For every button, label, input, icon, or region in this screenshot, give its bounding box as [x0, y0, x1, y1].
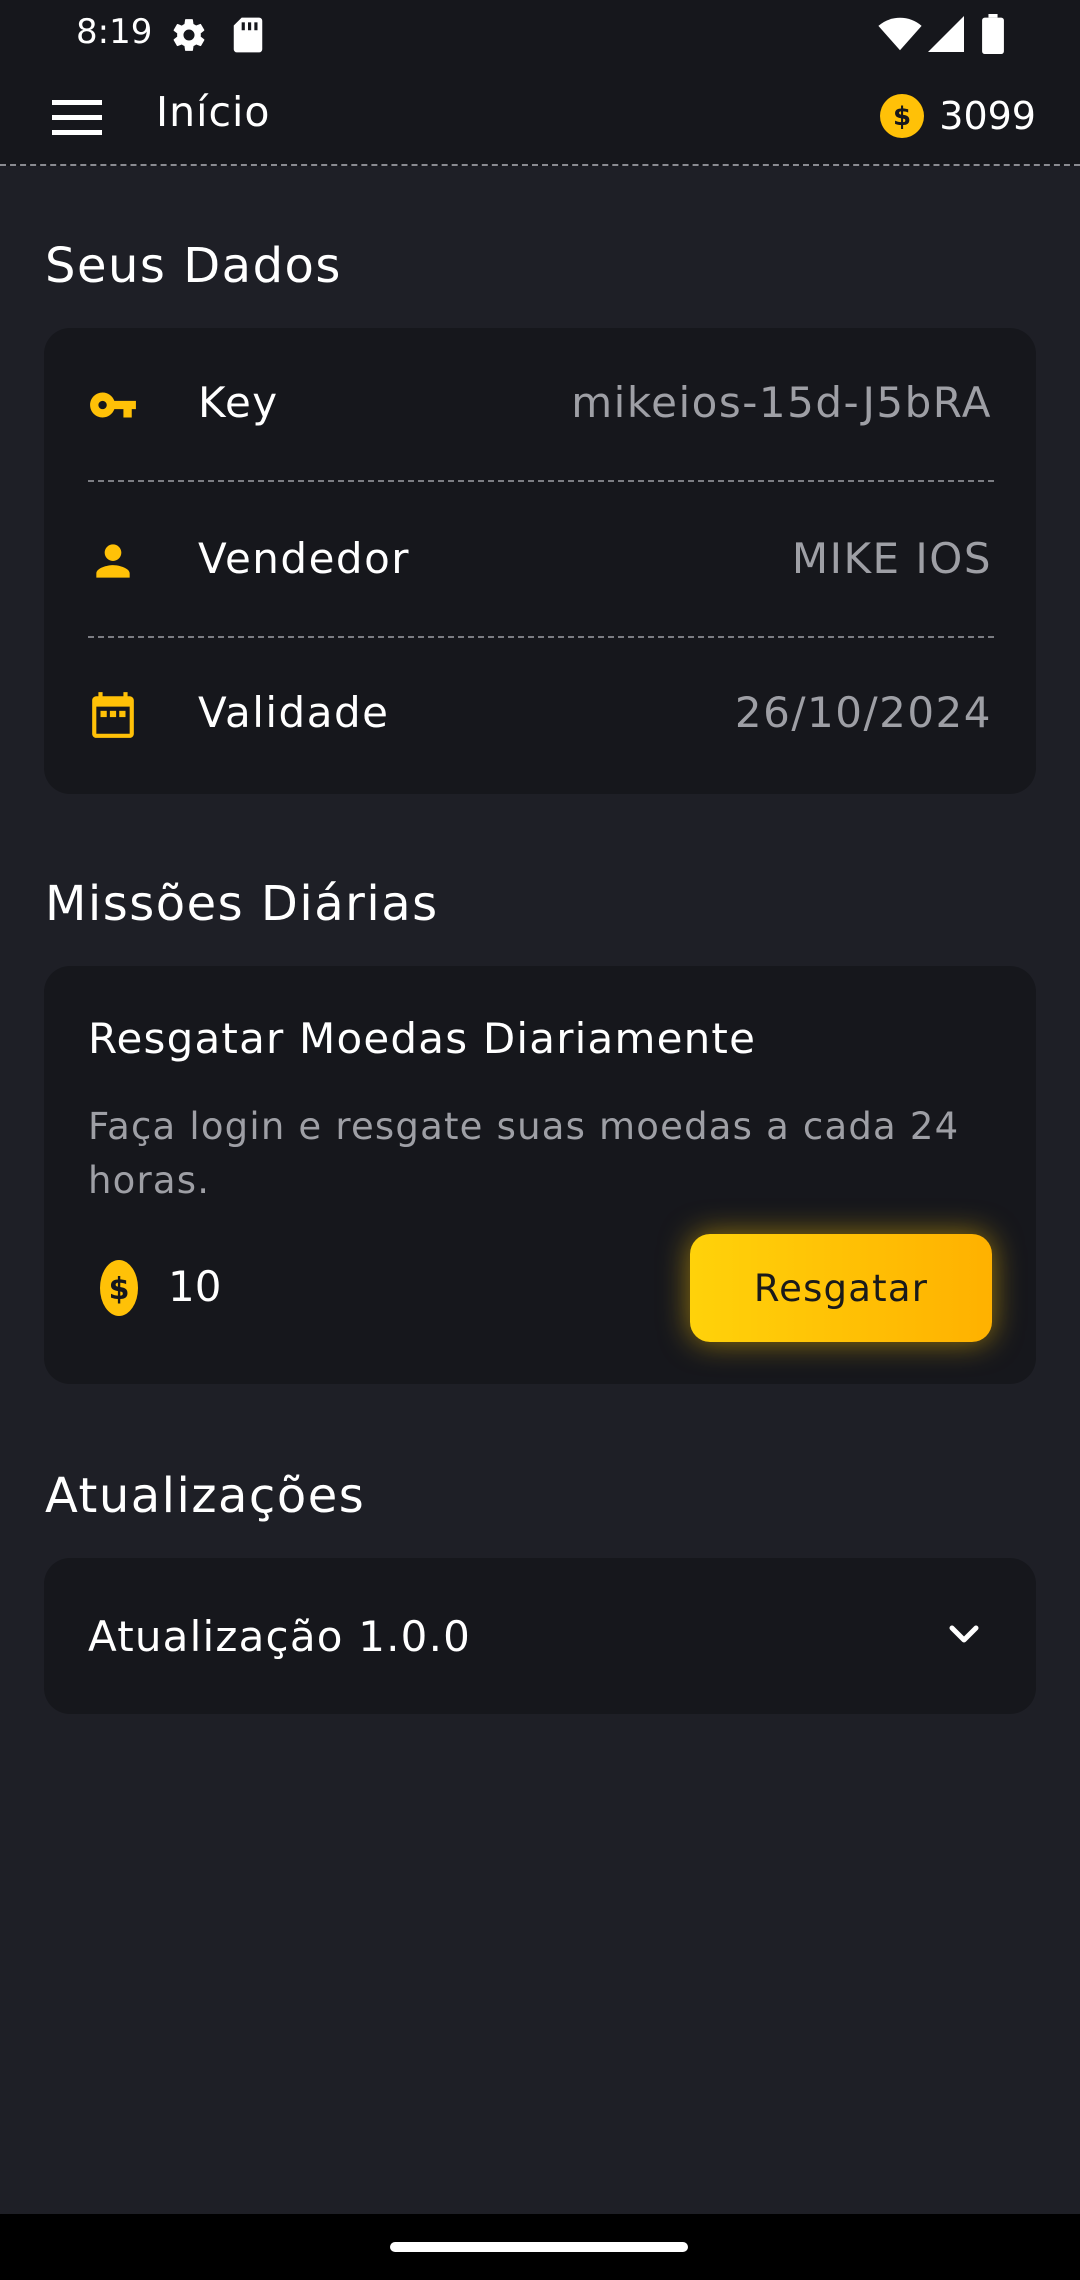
- mission-title: Resgatar Moedas Diariamente: [88, 1014, 757, 1063]
- coin-icon: $: [100, 1260, 138, 1316]
- app-bar: Início $ 3099: [0, 70, 1080, 166]
- coin-icon: $: [880, 94, 925, 138]
- mission-description: Faça login e resgate suas moedas a cada …: [88, 1105, 960, 1202]
- divider: [0, 164, 1080, 166]
- data-row-validity: Validade 26/10/2024: [44, 638, 1036, 794]
- data-row-value: 26/10/2024: [734, 688, 992, 737]
- update-title: Atualização 1.0.0: [88, 1612, 472, 1661]
- page-title: Início: [156, 88, 271, 136]
- svg-text:$: $: [893, 102, 911, 132]
- hamburger-menu-icon[interactable]: [44, 90, 108, 146]
- user-data-card: Key mikeios-15d-J5bRA Vendedor MIKE IOS …: [44, 328, 1036, 794]
- status-time: 8:19: [76, 12, 153, 52]
- svg-text:$: $: [109, 1272, 130, 1307]
- status-bar: 8:19: [0, 0, 1080, 70]
- battery-icon: [982, 14, 1004, 54]
- data-row-value: mikeios-15d-J5bRA: [571, 378, 992, 427]
- screen: 8:19 Início $ 3099 Seus Dados Key mikeio…: [0, 0, 1080, 2280]
- home-gesture-bar[interactable]: [390, 2242, 688, 2252]
- calendar-icon: [92, 692, 134, 738]
- data-row-label: Key: [198, 378, 279, 427]
- coin-balance: $ 3099: [879, 88, 1036, 144]
- update-item[interactable]: Atualização 1.0.0: [44, 1558, 1036, 1714]
- section-title-updates: Atualizações: [45, 1468, 366, 1524]
- section-title-missions: Missões Diárias: [45, 876, 439, 932]
- data-row-label: Validade: [198, 688, 390, 737]
- coin-count: 3099: [939, 94, 1036, 138]
- data-row-seller: Vendedor MIKE IOS: [44, 484, 1036, 640]
- sd-card-icon: [233, 17, 263, 53]
- mission-card: Resgatar Moedas Diariamente Faça login e…: [44, 966, 1036, 1384]
- data-row-value: MIKE IOS: [791, 534, 992, 583]
- wifi-icon: [878, 17, 922, 51]
- key-icon: [90, 392, 136, 418]
- data-row-key: Key mikeios-15d-J5bRA: [44, 328, 1036, 484]
- mission-reward: 10: [168, 1262, 222, 1311]
- data-row-label: Vendedor: [198, 534, 411, 583]
- section-title-user-data: Seus Dados: [45, 238, 342, 294]
- navigation-bar: [0, 2214, 1080, 2280]
- chevron-down-icon[interactable]: [944, 1618, 984, 1652]
- top-bar: 8:19 Início $ 3099: [0, 0, 1080, 166]
- signal-icon: [928, 16, 964, 52]
- row-divider: [88, 480, 994, 482]
- person-icon: [96, 544, 130, 578]
- gear-icon: [173, 19, 205, 51]
- claim-button[interactable]: Resgatar: [690, 1234, 992, 1342]
